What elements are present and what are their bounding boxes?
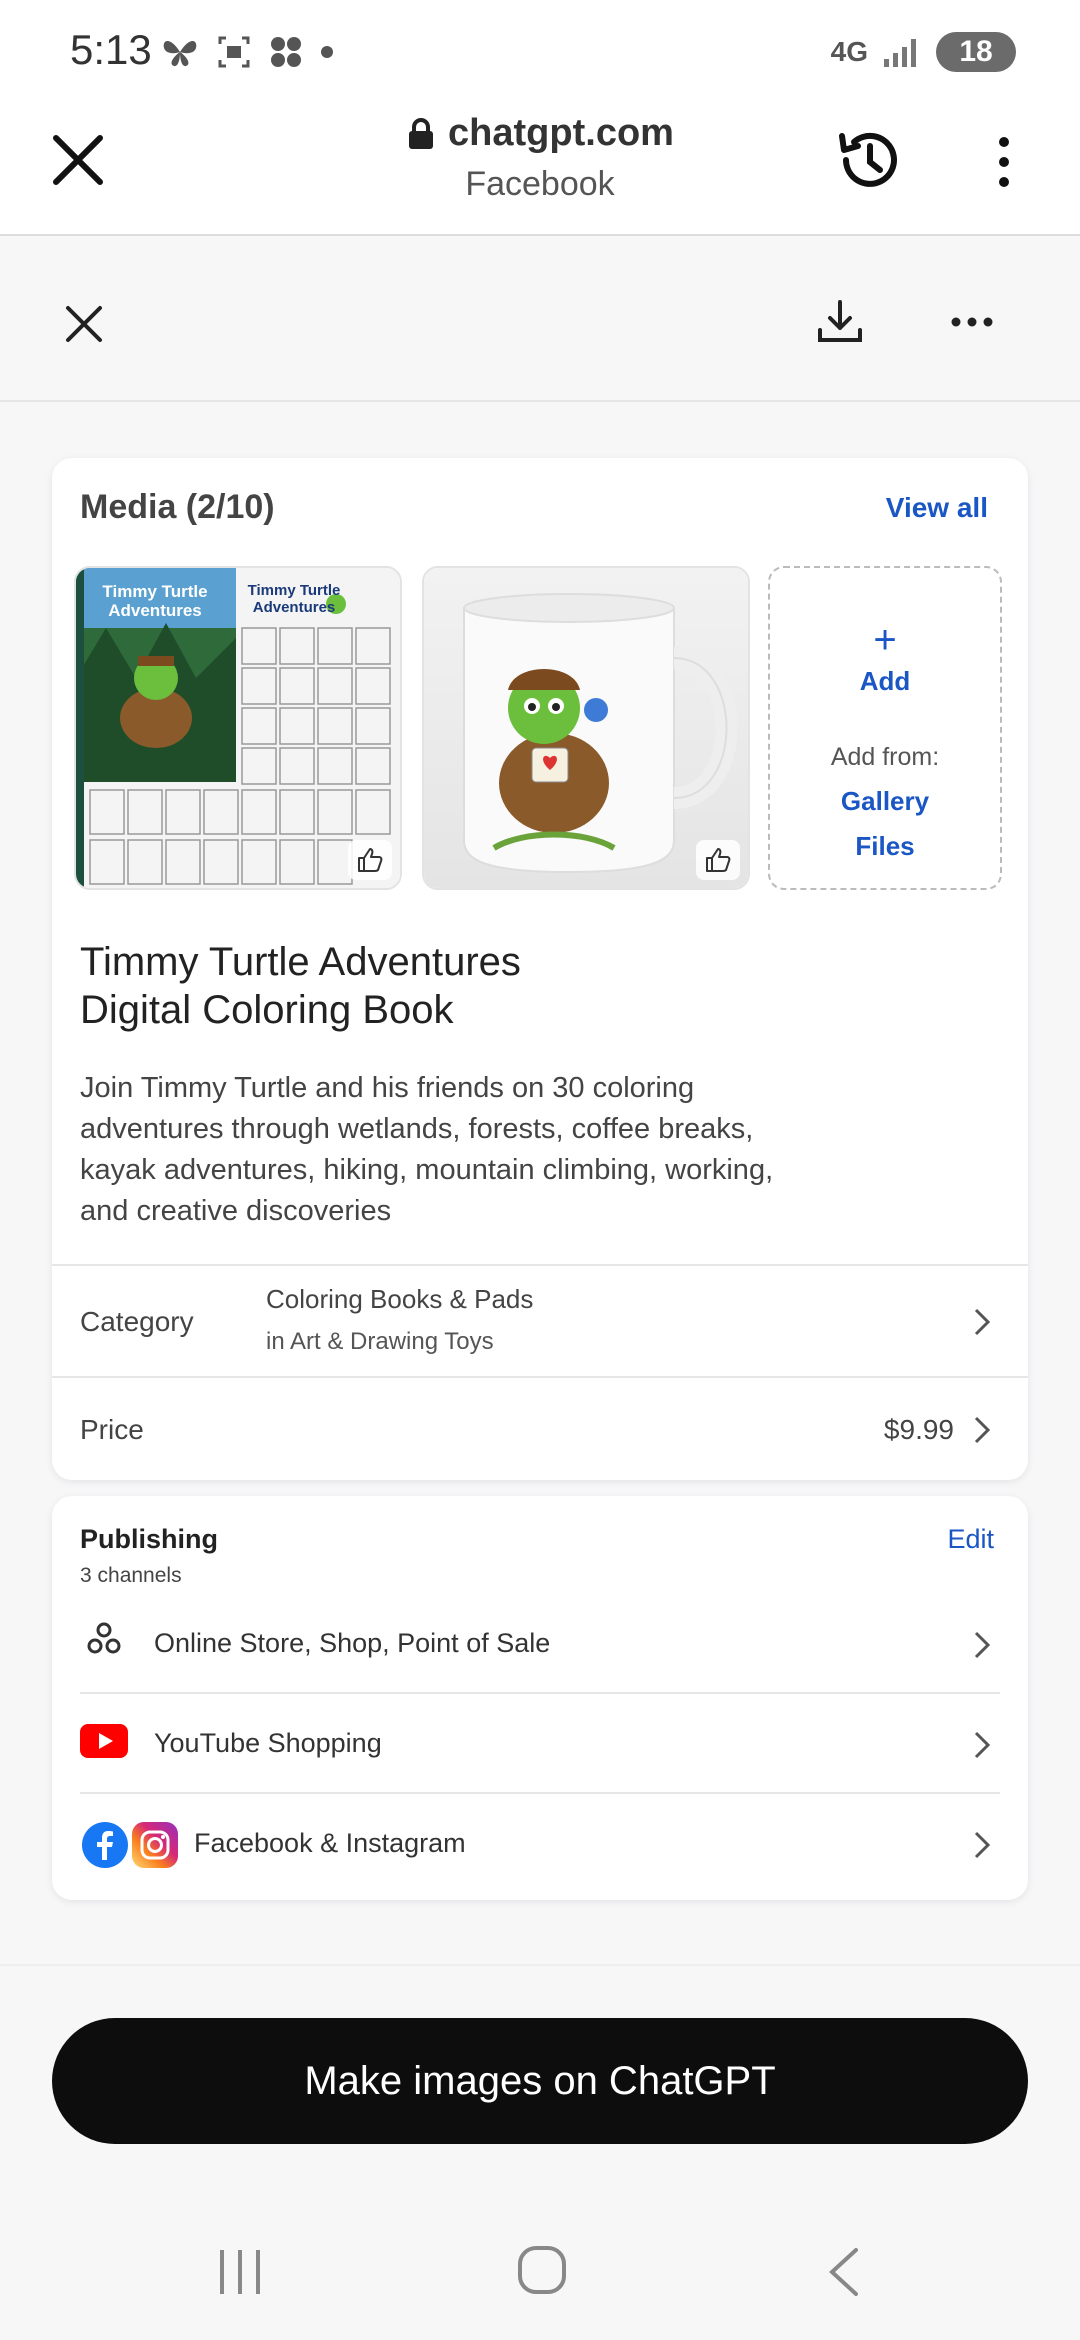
add-from-gallery-link[interactable]: Gallery (770, 786, 1000, 817)
publishing-title: Publishing (80, 1524, 218, 1554)
home-icon[interactable] (516, 2244, 568, 2296)
view-all-link[interactable]: View all (886, 492, 988, 524)
signal-icon (884, 39, 916, 67)
coloring-book-subtitle: Timmy Turtle Adventures (247, 582, 341, 616)
shop-channels-icon (87, 1622, 121, 1654)
chevron-right-icon (974, 1831, 991, 1859)
notification-icons (160, 34, 334, 70)
add-from-files-link[interactable]: Files (770, 831, 1000, 862)
category-row[interactable]: Category (52, 1266, 1028, 1376)
media-heading: Media (2/10) (80, 488, 275, 526)
add-media-box[interactable]: + Add Add from: Gallery Files (768, 566, 1002, 890)
media-thumbnail-coloring-book[interactable]: Timmy Turtle Adventures Timmy Turtle Adv… (74, 566, 402, 890)
facebook-icon (82, 1822, 128, 1868)
channel-label: Online Store, Shop, Point of Sale (154, 1628, 551, 1658)
add-from-label: Add from: (830, 743, 940, 771)
browser-header: chatgpt.com Facebook (0, 104, 1080, 236)
close-icon[interactable] (46, 128, 110, 192)
product-title-line1: Timmy Turtle Adventures (80, 940, 521, 984)
system-icons: 4G 18 (831, 32, 1016, 72)
battery-indicator: 18 (936, 32, 1016, 72)
media-thumbnail-mug[interactable] (422, 566, 750, 890)
back-icon[interactable] (824, 2246, 864, 2298)
history-icon[interactable] (832, 122, 908, 198)
publishing-card: Publishing 3 channels Edit Online Store,… (52, 1496, 1028, 1900)
status-time: 5:13 (70, 26, 152, 73)
more-horiz-icon[interactable] (948, 304, 996, 340)
channel-label: Facebook & Instagram (194, 1828, 466, 1858)
price-value: $9.99 (883, 1414, 954, 1445)
chevron-right-icon (974, 1416, 991, 1444)
plus-icon: + (873, 618, 897, 662)
make-images-button[interactable]: Make images on ChatGPT (52, 2018, 1028, 2144)
close-icon[interactable] (60, 300, 108, 348)
add-media-button[interactable]: Add (770, 666, 1000, 697)
viewer-toolbar (0, 238, 1080, 402)
system-nav-bar (0, 2196, 1080, 2340)
price-row[interactable]: Price (52, 1378, 1028, 1478)
product-card: Media (2/10) View all Timmy Turtle Adven… (52, 458, 1028, 1480)
butterfly-icon (163, 41, 197, 67)
category-label: Category (80, 1306, 194, 1337)
thumbs-up-icon[interactable] (348, 840, 392, 880)
product-title: Timmy Turtle Adventures Digital Coloring… (80, 938, 980, 1034)
publishing-edit-button[interactable]: Edit (947, 1524, 994, 1555)
chevron-right-icon (974, 1308, 991, 1336)
recent-apps-icon[interactable] (216, 2248, 264, 2296)
price-label: Price (80, 1414, 144, 1445)
lock-icon (409, 117, 434, 149)
chevron-right-icon (974, 1731, 991, 1759)
channel-label: YouTube Shopping (154, 1728, 382, 1758)
chevron-right-icon (974, 1631, 991, 1659)
coloring-book-title: Timmy Turtle Adventures (102, 582, 208, 620)
channel-row-youtube[interactable]: YouTube Shopping (80, 1696, 1000, 1794)
thumbs-up-icon[interactable] (696, 840, 740, 880)
more-vert-icon[interactable] (984, 132, 1024, 192)
apps-icon (271, 37, 301, 67)
screenshot-icon (218, 36, 250, 68)
youtube-icon (80, 1724, 128, 1758)
product-description: Join Timmy Turtle and his friends on 30 … (80, 1072, 774, 1227)
network-type: 4G (830, 36, 868, 67)
channel-row-facebook-instagram[interactable]: Facebook & Instagram (80, 1796, 1000, 1894)
download-icon[interactable] (812, 294, 868, 350)
category-value: Coloring Books & Pads (266, 1284, 534, 1314)
page-source: Facebook (465, 165, 615, 203)
status-bar: 5:13 4G 18 (0, 0, 1080, 104)
page-url: chatgpt.com (448, 112, 674, 154)
publishing-channel-count: 3 channels (80, 1564, 182, 1587)
category-parent: in Art & Drawing Toys (266, 1328, 494, 1355)
address-bar[interactable]: chatgpt.com Facebook (340, 112, 740, 204)
channel-row-online-store[interactable]: Online Store, Shop, Point of Sale (80, 1596, 1000, 1694)
dot-icon (321, 46, 333, 58)
instagram-icon (132, 1822, 178, 1868)
product-title-line2: Digital Coloring Book (80, 988, 454, 1032)
